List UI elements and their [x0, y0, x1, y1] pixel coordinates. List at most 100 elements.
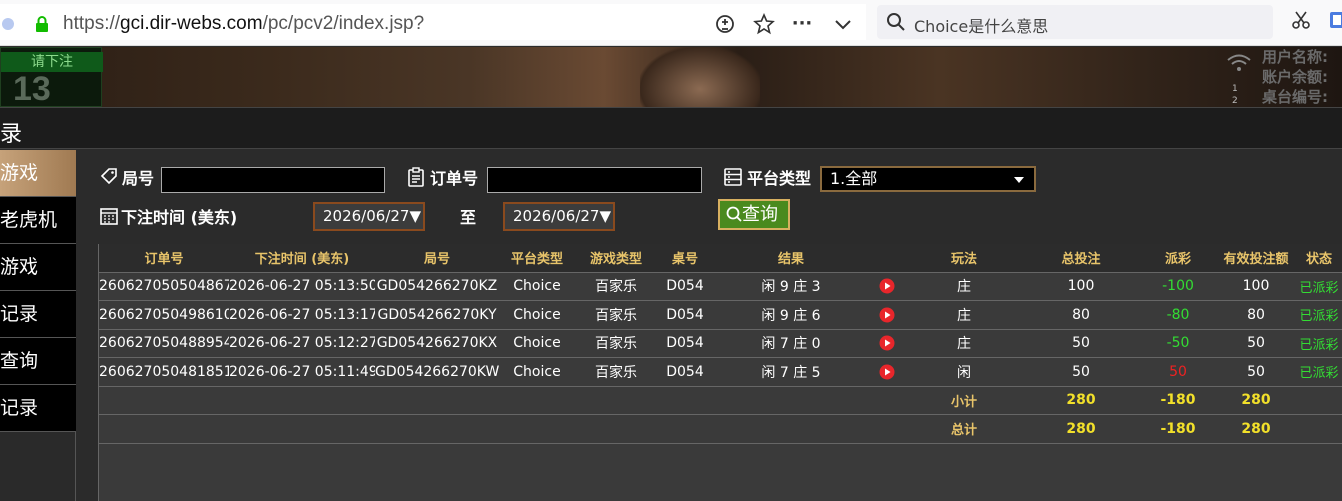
cell-result: 闲 9 庄 6 — [713, 300, 869, 330]
cell-status: 已派彩 — [1295, 357, 1342, 387]
url-text[interactable]: https://gci.dir-webs.com/pc/pcv2/index.j… — [63, 13, 424, 35]
grand-total-spacer — [99, 414, 905, 444]
cell-order: 260627050498610 — [99, 300, 229, 330]
subtotal-status — [1295, 386, 1342, 415]
cell-table: D054 — [657, 329, 713, 358]
date-from-picker[interactable]: 2026/06/27▼ — [313, 202, 425, 231]
url-host: gci.dir-webs.com — [120, 13, 263, 34]
cell-platform: Choice — [499, 272, 575, 301]
col-table: 桌号 — [657, 244, 713, 273]
cell-round: GD054266270KZ — [375, 272, 499, 301]
chevron-down-icon[interactable] — [832, 13, 854, 35]
table-row: 260627050504867 2026-06-27 05:13:50 GD05… — [99, 272, 1342, 301]
to-label: 至 — [460, 208, 477, 227]
chevron-down-icon — [1014, 177, 1024, 183]
sidebar-item-query[interactable]: 查询 — [0, 338, 76, 385]
cell-status: 已派彩 — [1295, 329, 1342, 358]
col-time: 下注时间 (美东) — [229, 244, 375, 273]
cell-bet-type: 闲 — [905, 357, 1023, 387]
round-input[interactable] — [161, 167, 385, 193]
cell-game: 百家乐 — [575, 272, 657, 301]
round-label: 局号 — [122, 169, 155, 188]
cell-table: D054 — [657, 272, 713, 301]
tag-icon — [100, 168, 117, 185]
cell-replay — [869, 300, 905, 330]
play-video-icon[interactable] — [879, 335, 895, 351]
cell-valid: 80 — [1217, 300, 1295, 330]
cell-bet-type: 庄 — [905, 329, 1023, 358]
col-replay — [869, 244, 905, 273]
star-bookmark-icon[interactable] — [753, 13, 775, 35]
cell-bet-type: 庄 — [905, 272, 1023, 301]
mini-number: 2 — [1232, 96, 1238, 106]
cell-round: GD054266270KY — [375, 300, 499, 330]
cell-time: 2026-06-27 05:13:50 — [229, 272, 375, 301]
browser-toolbar: https://gci.dir-webs.com/pc/pcv2/index.j… — [0, 0, 1342, 46]
username-label: 用户名称: — [1262, 48, 1328, 66]
sidebar-item-slots[interactable]: 老虎机 — [0, 197, 76, 244]
cell-result: 闲 9 庄 3 — [713, 272, 869, 301]
query-button[interactable]: 查询 — [718, 199, 790, 230]
grand-total-total: 280 — [1023, 414, 1139, 444]
platform-select[interactable]: 1.全部 — [820, 166, 1036, 192]
dealer-video — [640, 47, 760, 107]
table-row: 260627050481851 2026-06-27 05:11:49 GD05… — [99, 357, 1342, 387]
cell-payout: 50 — [1139, 357, 1217, 387]
sidebar-item-games-2[interactable]: 游戏 — [0, 244, 76, 291]
col-payout: 派彩 — [1139, 244, 1217, 273]
cell-replay — [869, 357, 905, 387]
cell-payout: -80 — [1139, 300, 1217, 330]
sidebar-item-records-2[interactable]: 记录 — [0, 385, 76, 432]
col-total: 总投注 — [1023, 244, 1139, 273]
scissors-icon[interactable] — [1290, 9, 1312, 31]
platform-select-value: 1.全部 — [830, 169, 878, 188]
search-icon — [726, 206, 742, 222]
date-to-picker[interactable]: 2026/06/27▼ — [503, 202, 615, 231]
cell-time: 2026-06-27 05:11:49 — [229, 357, 375, 387]
cell-total: 80 — [1023, 300, 1139, 330]
cell-game: 百家乐 — [575, 300, 657, 330]
cell-replay — [869, 272, 905, 301]
cell-replay — [869, 329, 905, 358]
cell-table: D054 — [657, 357, 713, 387]
col-valid: 有效投注额 — [1217, 244, 1295, 273]
bet-time-label: 下注时间 (美东) — [121, 208, 238, 227]
cell-order: 260627050481851 — [99, 357, 229, 387]
extension-icon[interactable] — [1326, 9, 1342, 31]
site-identity-icon[interactable] — [2, 18, 14, 30]
cell-time: 2026-06-27 05:12:27 — [229, 329, 375, 358]
cell-total: 50 — [1023, 329, 1139, 358]
tracking-protection-icon[interactable] — [714, 13, 736, 35]
play-video-icon[interactable] — [879, 307, 895, 323]
play-video-icon[interactable] — [879, 278, 895, 294]
mini-number: 1 — [1232, 84, 1238, 94]
url-protocol: https:// — [63, 13, 121, 34]
sidebar-item-games[interactable]: 游戏 — [0, 150, 76, 197]
order-input[interactable] — [487, 167, 702, 193]
countdown-number: 13 — [13, 70, 51, 107]
clipboard-icon — [408, 167, 424, 187]
user-info: 用户名称: 账户余额: 桌台编号: — [1262, 47, 1328, 107]
cell-round: GD054266270KX — [375, 329, 499, 358]
sidebar: 游戏 老虎机 游戏 记录 查询 记录 — [0, 150, 76, 501]
banner-mini-numbers: 1 2 — [1232, 83, 1238, 107]
play-video-icon[interactable] — [879, 364, 895, 380]
address-bar[interactable]: https://gci.dir-webs.com/pc/pcv2/index.j… — [0, 4, 866, 40]
wifi-signal-icon — [1227, 54, 1251, 71]
cell-status: 已派彩 — [1295, 300, 1342, 330]
cell-game: 百家乐 — [575, 357, 657, 387]
sidebar-item-records[interactable]: 记录 — [0, 291, 76, 338]
cell-payout: -50 — [1139, 329, 1217, 358]
lock-icon — [36, 16, 48, 32]
cell-total: 50 — [1023, 357, 1139, 387]
platform-label: 平台类型 — [747, 169, 812, 188]
more-actions-icon[interactable]: ··· — [791, 13, 813, 35]
calendar-icon — [100, 208, 118, 225]
subtotal-payout: -180 — [1139, 386, 1217, 415]
browser-search-box[interactable]: Choice是什么意思 — [877, 5, 1273, 39]
cell-valid: 50 — [1217, 357, 1295, 387]
cell-round: GD054266270KW — [375, 357, 499, 387]
table-id-label: 桌台编号: — [1262, 88, 1328, 106]
live-video-banner: 请下注 13 1 2 用户名称: 账户余额: 桌台编号: — [0, 47, 1342, 107]
subtotal-valid: 280 — [1217, 386, 1295, 415]
